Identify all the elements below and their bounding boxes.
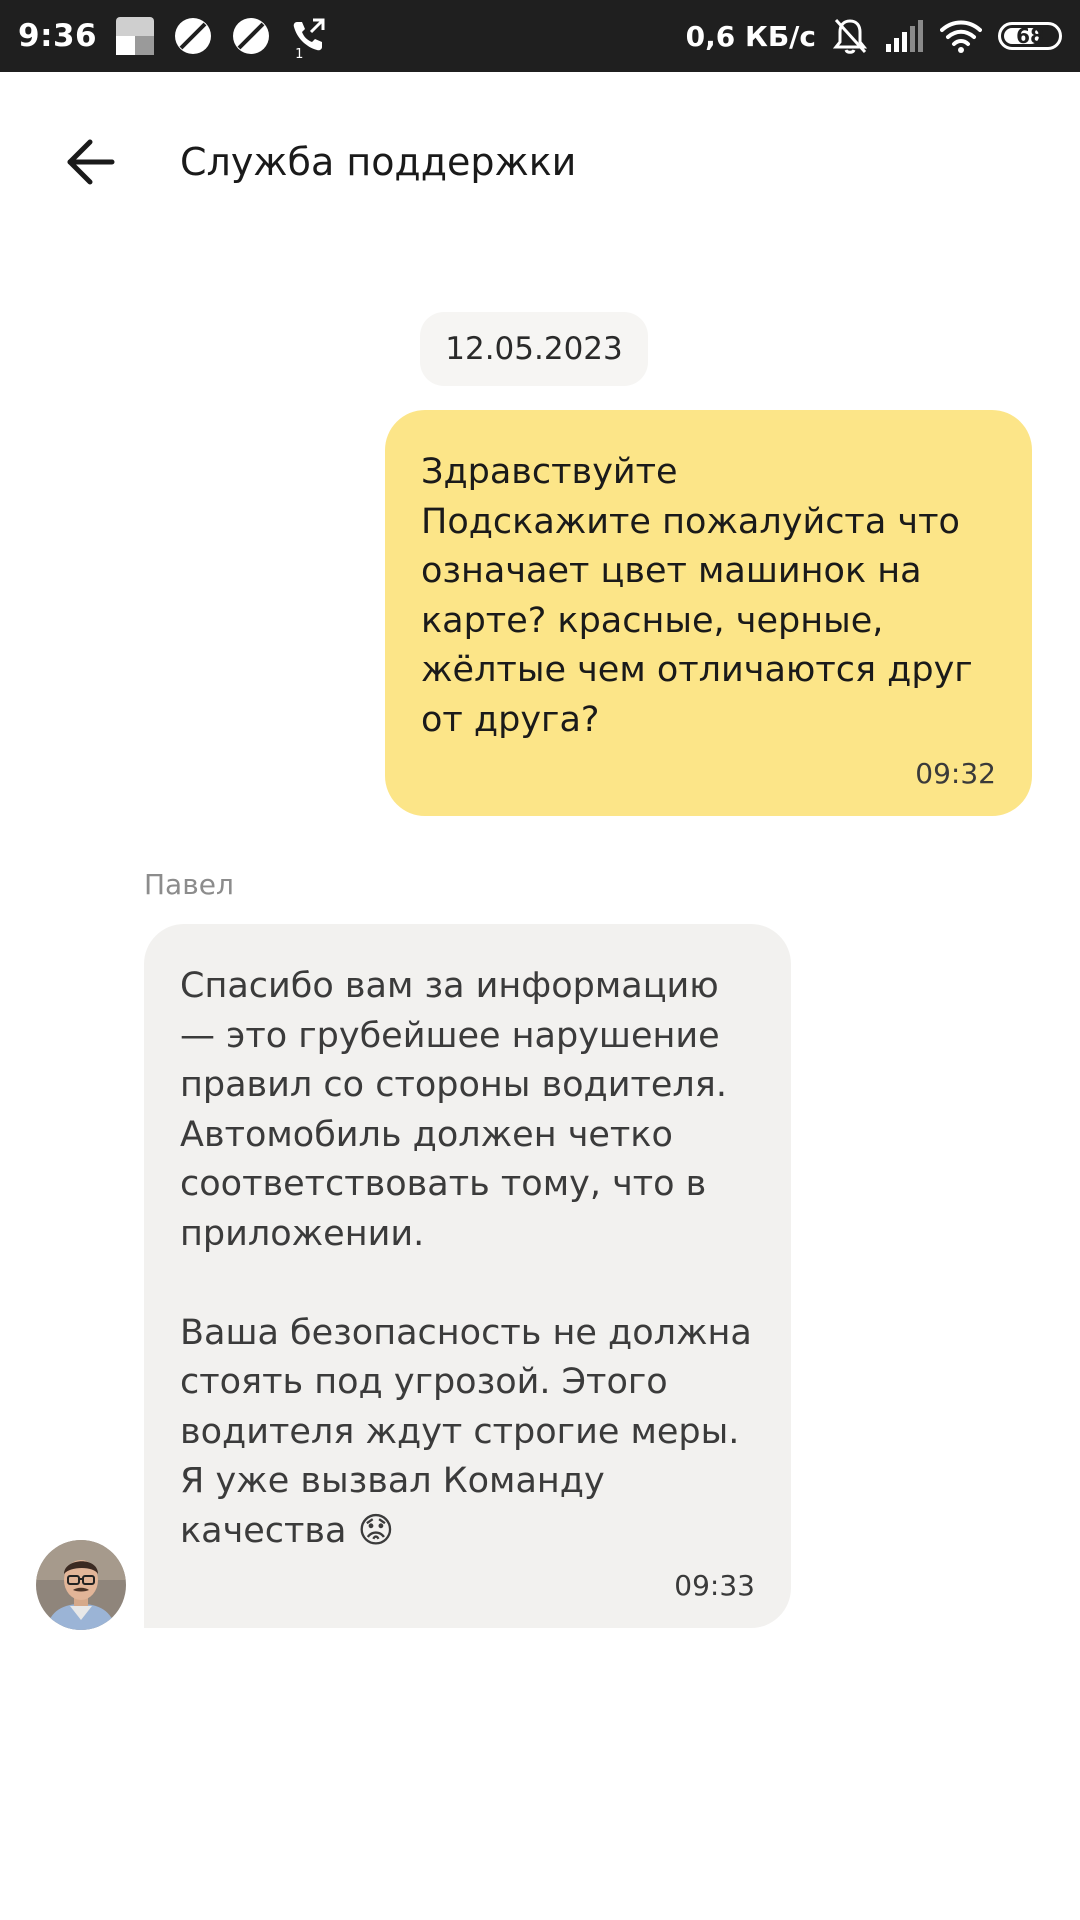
status-bar: 9:36 1 0,6 КБ/с 68 xyxy=(0,0,1080,72)
missed-call-icon: 1 xyxy=(289,16,329,62)
message-time: 09:32 xyxy=(915,757,996,790)
photo-notification-icon xyxy=(115,16,155,56)
page-title: Служба поддержки xyxy=(180,140,577,184)
arrow-left-icon xyxy=(67,139,115,185)
muted-bell-icon xyxy=(832,16,868,56)
app-bar: Служба поддержки xyxy=(0,72,1080,252)
sender-name: Павел xyxy=(144,868,234,901)
battery-level: 68 xyxy=(1016,24,1044,48)
message-text: Спасибо вам за информацию — это грубейше… xyxy=(180,966,752,1551)
avatar[interactable] xyxy=(36,1540,126,1630)
status-right: 0,6 КБ/с 68 xyxy=(686,0,1062,72)
net-speed: 0,6 КБ/с xyxy=(685,19,816,53)
call-count: 1 xyxy=(295,47,304,62)
status-time: 9:36 xyxy=(18,18,98,54)
disabled-icon xyxy=(231,16,271,56)
signal-icon xyxy=(884,18,924,54)
outgoing-message-bubble[interactable]: Здравствуйте Подскажите пожалуйста что о… xyxy=(385,410,1032,816)
message-text: Здравствуйте Подскажите пожалуйста что о… xyxy=(421,452,973,740)
back-button[interactable] xyxy=(58,130,122,194)
disabled-icon xyxy=(173,16,213,56)
wifi-icon xyxy=(940,18,982,54)
battery-icon: 68 xyxy=(998,22,1062,50)
message-time: 09:33 xyxy=(674,1569,755,1602)
status-left: 9:36 1 xyxy=(18,0,329,72)
incoming-message-bubble[interactable]: Спасибо вам за информацию — это грубейше… xyxy=(144,924,791,1628)
date-separator: 12.05.2023 xyxy=(420,312,648,386)
